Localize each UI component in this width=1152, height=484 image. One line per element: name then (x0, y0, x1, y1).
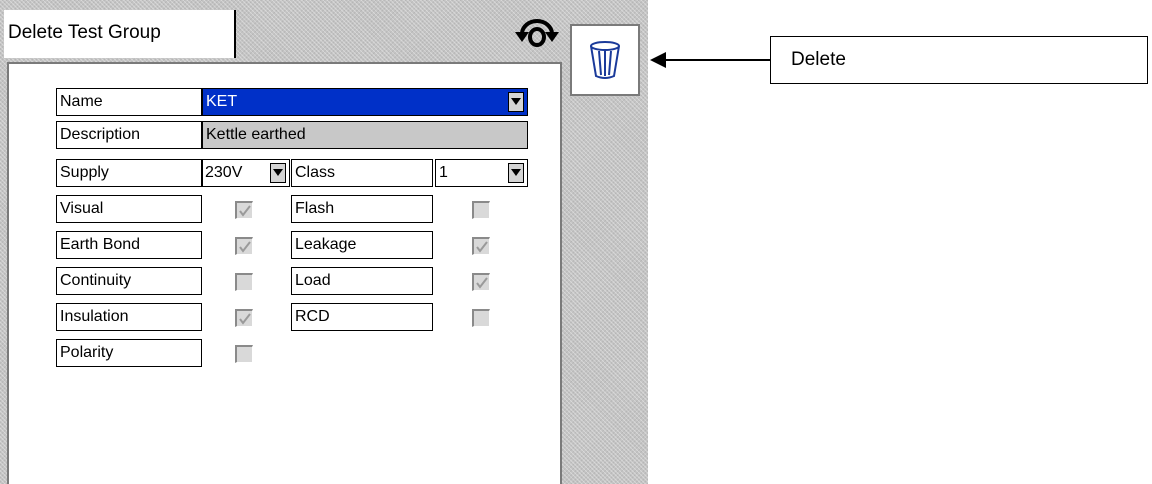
checkmark-icon (476, 241, 488, 253)
name-label: Name (56, 88, 202, 116)
test-label-polarity: Polarity (56, 339, 202, 367)
trash-icon (590, 41, 620, 79)
supply-dropdown-icon[interactable] (270, 163, 286, 183)
name-select[interactable]: KET (202, 88, 528, 116)
supply-select[interactable]: 230V (202, 159, 290, 187)
class-label: Class (291, 159, 433, 187)
tab-title: Delete Test Group (8, 22, 161, 43)
checkbox-flash[interactable] (472, 201, 490, 219)
delete-button[interactable] (570, 24, 640, 96)
checkmark-icon (239, 313, 251, 325)
test-label-visual: Visual (56, 195, 202, 223)
test-label-insulation: Insulation (56, 303, 202, 331)
checkbox-polarity[interactable] (235, 345, 253, 363)
refresh-icon[interactable] (510, 12, 564, 50)
class-dropdown-icon[interactable] (508, 163, 524, 183)
checkbox-rcd[interactable] (472, 309, 490, 327)
test-label-rcd: RCD (291, 303, 433, 331)
checkbox-visual[interactable] (235, 201, 253, 219)
checkmark-icon (239, 205, 251, 217)
test-label-flash: Flash (291, 195, 433, 223)
test-label-earth-bond: Earth Bond (56, 231, 202, 259)
test-label-leakage: Leakage (291, 231, 433, 259)
device-screen: Delete Test Group Name KET Description K… (0, 0, 648, 484)
name-value: KET (206, 93, 238, 110)
tab-delete-test-group[interactable]: Delete Test Group (4, 10, 236, 58)
checkmark-icon (239, 241, 251, 253)
form-panel: Name KET Description Kettle earthed Supp… (7, 62, 562, 484)
supply-value: 230V (205, 164, 243, 181)
class-select[interactable]: 1 (435, 159, 528, 187)
test-label-load: Load (291, 267, 433, 295)
checkbox-leakage[interactable] (472, 237, 490, 255)
supply-label: Supply (56, 159, 202, 187)
annotation-label: Delete (791, 49, 846, 70)
class-value: 1 (439, 164, 448, 181)
description-field[interactable]: Kettle earthed (202, 121, 528, 149)
checkmark-icon (476, 277, 488, 289)
test-label-continuity: Continuity (56, 267, 202, 295)
checkbox-load[interactable] (472, 273, 490, 291)
checkbox-earth-bond[interactable] (235, 237, 253, 255)
checkbox-continuity[interactable] (235, 273, 253, 291)
annotation-callout: Delete (770, 36, 1148, 84)
description-label: Description (56, 121, 202, 149)
name-dropdown-icon[interactable] (508, 92, 524, 112)
annotation-line (652, 59, 770, 61)
checkbox-insulation[interactable] (235, 309, 253, 327)
